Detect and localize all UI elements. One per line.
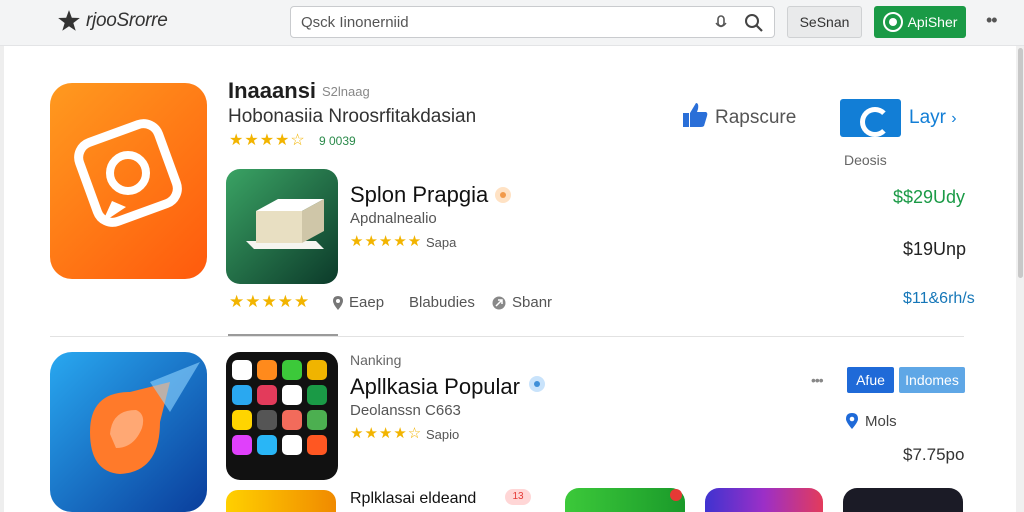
- app1-title[interactable]: Splon Prapgia: [350, 182, 488, 208]
- location-icon: [846, 413, 858, 429]
- featured-title[interactable]: Inaaansi: [228, 78, 316, 104]
- bottom-app-icon-1[interactable]: [226, 490, 336, 512]
- app1-rating-stars: ★★★★★: [350, 233, 423, 250]
- search-placeholder: Qsck Iinonerniid: [301, 14, 409, 31]
- publisher-icon: [882, 12, 903, 32]
- bottom-section-title[interactable]: Rplklasai eldeand: [350, 490, 476, 508]
- bottom-app-icon-3[interactable]: [705, 488, 823, 512]
- box-icon: [246, 199, 324, 249]
- app1-price[interactable]: $19Unp: [903, 239, 966, 260]
- popular-app-icon[interactable]: [50, 352, 207, 512]
- app1-sub-price: $11&6rh/s: [903, 290, 975, 307]
- layr-tile-icon[interactable]: [840, 99, 901, 137]
- featured-app-icon[interactable]: [50, 83, 207, 279]
- app-grid-icon[interactable]: [226, 352, 338, 480]
- meta-share[interactable]: Sbanr: [492, 294, 552, 311]
- thumbs-up-icon[interactable]: [682, 101, 708, 129]
- share-icon: [492, 296, 506, 309]
- deals-label: Deosis: [844, 152, 887, 168]
- more-options-icon[interactable]: ••: [986, 10, 998, 31]
- app1-large-rating-stars: ★★★★★: [229, 292, 311, 311]
- popular-app-subtitle: Deolanssn C663: [350, 402, 461, 419]
- popular-rating-count: Sapio: [426, 427, 460, 442]
- featured-rating-stars: ★★★★☆: [229, 132, 306, 149]
- featured-rating-count: 9 0039: [319, 134, 356, 148]
- section-divider: [50, 336, 964, 337]
- brand-logo[interactable]: rjooSrorre: [56, 8, 168, 34]
- verified-badge-icon: [495, 187, 511, 203]
- app-grid: [232, 360, 327, 455]
- search-button[interactable]: SeSnan: [787, 6, 862, 38]
- publisher-button[interactable]: ApiSher: [874, 6, 966, 38]
- info-badge-icon: [529, 376, 545, 392]
- indomes-button[interactable]: Indomes: [899, 367, 965, 393]
- more-dots-icon[interactable]: •••: [811, 372, 824, 388]
- like-label[interactable]: Rapscure: [715, 107, 796, 129]
- featured-price[interactable]: $$29Udy: [893, 187, 965, 208]
- popular-rating-stars: ★★★★☆: [350, 425, 423, 442]
- bottom-app-icon-2[interactable]: [565, 488, 685, 512]
- microphone-icon[interactable]: [714, 15, 728, 31]
- app1-icon[interactable]: [226, 169, 338, 284]
- location-pin-icon: [333, 295, 343, 310]
- left-edge: [0, 46, 4, 512]
- featured-description: Hobonasiia Nroosrfitakdasian: [228, 106, 477, 127]
- brand-name: rjooSrorre: [86, 10, 168, 31]
- meta-bundles[interactable]: Blabudies: [409, 294, 475, 311]
- meta-location[interactable]: Eaep: [333, 294, 384, 311]
- popular-price[interactable]: $7.75po: [903, 445, 964, 465]
- red-badge-icon: [670, 489, 682, 501]
- top-bar: rjooSrorre Qsck Iinonerniid SeSnan ApiSh…: [0, 0, 1024, 46]
- star-logo-icon: [58, 10, 80, 31]
- search-input[interactable]: Qsck Iinonerniid: [290, 6, 775, 38]
- bottom-app-icon-4[interactable]: [843, 488, 963, 512]
- popular-app-title[interactable]: Apllkasia Popular: [350, 374, 520, 400]
- app1-rating-count: Sapa: [426, 235, 457, 250]
- app1-category: Apdnalnealio: [350, 210, 437, 227]
- speech-bird-icon: [90, 362, 200, 474]
- chat-bubble-icon: [74, 119, 182, 227]
- section-label: Nanking: [350, 352, 402, 368]
- meta-share-label: Sbanr: [512, 294, 553, 311]
- afue-button[interactable]: Afue: [847, 367, 894, 393]
- location-label[interactable]: Mols: [865, 413, 897, 430]
- layr-label: Layr: [909, 107, 946, 128]
- chevron-right-icon: ›: [951, 110, 957, 127]
- layr-link[interactable]: Layr ›: [909, 107, 957, 129]
- meta-location-label: Eaep: [349, 294, 385, 311]
- featured-subtitle: S2lnaag: [322, 84, 370, 99]
- scrollbar-thumb[interactable]: [1018, 48, 1023, 278]
- publisher-button-label: ApiSher: [907, 14, 958, 30]
- search-icon[interactable]: [744, 13, 764, 33]
- notification-badge: 13: [505, 489, 531, 505]
